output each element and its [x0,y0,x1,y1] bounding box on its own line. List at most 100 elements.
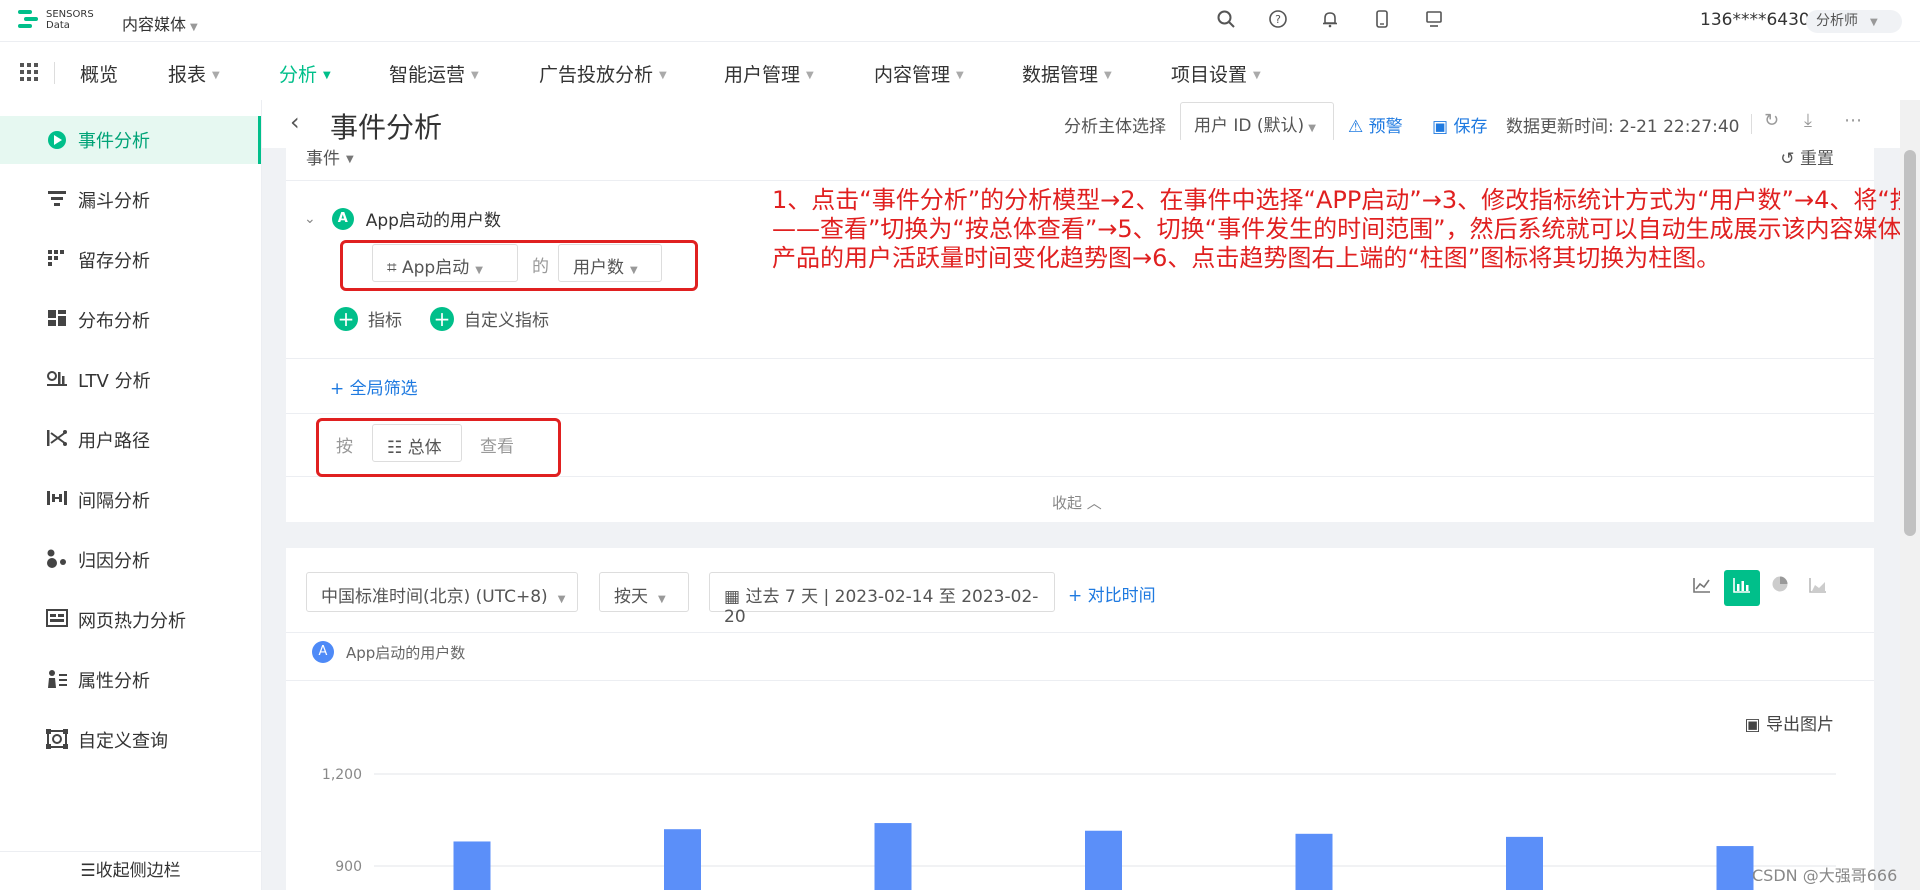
app-grid-icon[interactable] [20,63,38,81]
highlight-event-select [340,240,698,291]
metric-name[interactable]: App启动的用户数 [366,206,501,231]
series-legend: A App启动的用户数 [312,641,465,663]
sidebar-item-attribution[interactable]: 归因分析 [0,536,261,584]
date-range-select[interactable]: ▦ 过去 7 天 | 2023-02-14 至 2023-02-20 [709,572,1055,627]
alarm-icon: ⚠ [1348,117,1364,137]
back-arrow-icon[interactable]: ‹ [290,108,300,136]
bell-icon[interactable] [1304,10,1356,33]
refresh-icon[interactable]: ↻ [1764,110,1779,131]
bar[interactable] [1506,836,1543,890]
line-chart-icon[interactable] [1684,570,1720,606]
user-path-icon [46,429,68,451]
subject-select[interactable]: 用户 ID (默认) ▼ [1180,102,1334,142]
top-bar: SENSORS Data 内容媒体 ▼ ? 136****6430 分析师 ▼ [0,0,1920,42]
vertical-scrollbar[interactable] [1900,100,1920,890]
mobile-icon[interactable] [1356,9,1408,33]
role-select[interactable]: 分析师 ▼ [1806,10,1902,33]
reset-icon: ↺ [1780,149,1795,169]
granularity-select[interactable]: 按天 ▼ [599,572,689,612]
sidebar-item-funnel[interactable]: 漏斗分析 [0,176,261,224]
global-filter-button[interactable]: + 全局筛选 [330,374,418,399]
bar[interactable] [453,841,491,890]
bar-chart-icon[interactable] [1724,570,1760,606]
nav-ad-analysis[interactable]: 广告投放分析 ▼ [539,60,667,87]
nav-analysis[interactable]: 分析 ▼ [279,60,331,87]
y-tick-label: 1,200 [322,767,362,783]
search-icon[interactable] [1200,10,1252,33]
sidebar-item-user-path[interactable]: 用户路径 [0,416,261,464]
legend-label: App启动的用户数 [346,643,466,662]
main-nav: 概览 报表 ▼ 分析 ▼ 智能运营 ▼ 广告投放分析 ▼ 用户管理 ▼ 内容管理 ▼ 数据管… [0,42,1920,100]
chart-panel: 中国标准时间(北京) (UTC+8) ▼ 按天 ▼ ▦ 过去 7 天 | 2023-… [286,548,1874,890]
nav-smart-ops[interactable]: 智能运营 ▼ [389,60,479,87]
chevron-up-icon: ︿ [1086,494,1102,512]
attribute-icon [46,669,68,691]
sidebar-item-attribute[interactable]: 属性分析 [0,656,261,704]
sidebar-item-event-analysis[interactable]: 事件分析 [0,116,261,164]
project-select[interactable]: 内容媒体 ▼ [122,11,198,35]
add-custom-metric-button[interactable]: + 自定义指标 [430,306,549,331]
analysis-sidebar: 事件分析 漏斗分析 留存分析 分布分析 LTV 分析 用户路径 间隔分析 归因分… [0,100,262,890]
sidebar-item-heatmap[interactable]: 网页热力分析 [0,596,261,644]
calendar-icon: ▦ [724,587,741,607]
custom-query-icon [46,729,68,751]
bar-chart: 1,200 900 [322,767,1836,890]
help-icon[interactable]: ? [1252,9,1304,33]
logo-icon [18,8,40,32]
nav-reports[interactable]: 报表 ▼ [168,60,220,87]
chevron-down-icon[interactable]: ⌄ [304,211,316,227]
chevron-down-icon: ▼ [1870,17,1878,28]
nav-content-management[interactable]: 内容管理 ▼ [874,60,964,87]
chevron-down-icon: ▼ [190,22,198,33]
interval-icon [46,489,68,511]
monitor-icon[interactable] [1408,10,1460,33]
add-metric-button[interactable]: + 指标 [334,306,402,331]
sidebar-item-ltv[interactable]: LTV 分析 [0,356,261,404]
area-chart-icon[interactable] [1800,570,1836,606]
timezone-select[interactable]: 中国标准时间(北京) (UTC+8) ▼ [306,572,578,612]
nav-overview[interactable]: 概览 [80,60,118,87]
sidebar-item-interval[interactable]: 间隔分析 [0,476,261,524]
subject-label: 分析主体选择 [1064,117,1166,137]
nav-data-management[interactable]: 数据管理 ▼ [1022,60,1112,87]
reset-button[interactable]: ↺ 重置 [1780,144,1834,169]
collapse-panel-button[interactable]: 收起 ︿ [1052,492,1102,513]
sidebar-item-distribution[interactable]: 分布分析 [0,296,261,344]
save-icon: ▣ [1432,117,1449,137]
event-analysis-icon [46,129,68,151]
alert-button[interactable]: ⚠ 预警 [1348,112,1403,137]
sensors-data-logo[interactable]: SENSORS Data [18,8,94,32]
metric-badge: A [331,207,354,230]
chevron-down-icon: ▼ [557,594,566,605]
scroll-thumb[interactable] [1904,150,1916,536]
retention-icon [46,249,68,271]
save-button[interactable]: ▣ 保存 [1432,112,1487,137]
pie-chart-icon[interactable] [1762,570,1798,606]
nav-project-settings[interactable]: 项目设置 ▼ [1171,60,1261,87]
bar[interactable] [1085,830,1122,890]
chevron-down-icon: ▼ [658,594,666,605]
export-image-button[interactable]: ▣ 导出图片 [1745,710,1834,735]
bar[interactable] [1295,833,1333,890]
event-section-toggle[interactable]: 事件 ▼ [306,144,354,169]
metric-a-row: ⌄ A App启动的用户数 [304,206,501,231]
sidebar-item-custom-query[interactable]: 自定义查询 [0,716,261,764]
user-account[interactable]: 136****6430 [1700,10,1810,30]
nav-user-management[interactable]: 用户管理 ▼ [724,60,814,87]
sidebar-item-retention[interactable]: 留存分析 [0,236,261,284]
top-actions: ? [1200,0,1460,42]
plus-circle-icon: + [430,306,454,331]
more-icon[interactable]: ⋯ [1844,110,1862,131]
bar[interactable] [664,829,701,890]
y-tick-label: 900 [335,859,362,875]
svg-text:?: ? [1275,13,1281,26]
compare-time-button[interactable]: + 对比时间 [1068,581,1156,606]
bar[interactable] [874,823,912,890]
image-icon: ▣ [1744,715,1761,735]
logo-text: SENSORS Data [46,9,94,31]
bar[interactable] [1716,846,1754,890]
ltv-icon [46,369,68,391]
collapse-sidebar-button[interactable]: ☰收起侧边栏 [0,851,261,890]
download-icon[interactable]: ⤓ [1804,110,1812,131]
chevron-down-icon: ▼ [346,154,354,165]
